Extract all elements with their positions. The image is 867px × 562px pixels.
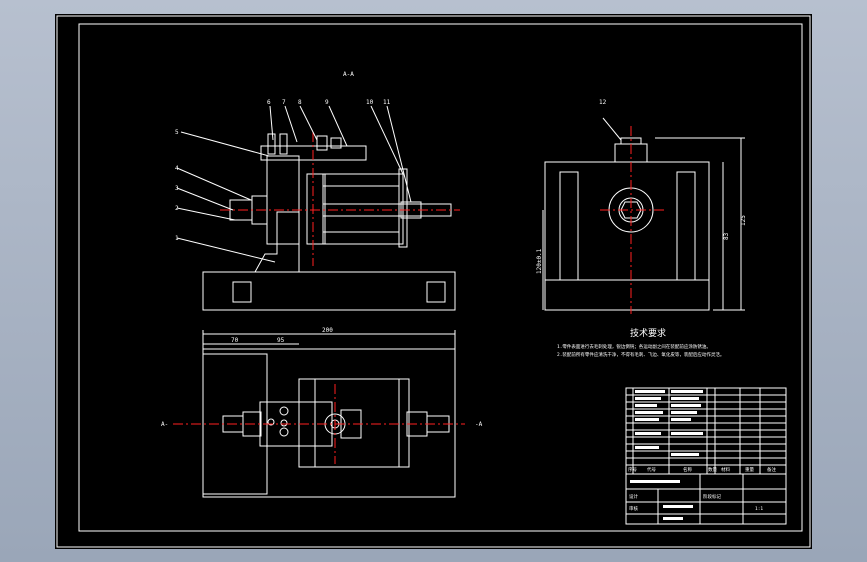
part-label-8: 8 xyxy=(298,99,302,106)
guide-cylinder xyxy=(322,173,404,245)
part-label-12: 12 xyxy=(599,99,607,106)
drawing-canvas: A-A 5 4 3 2 1 6 7 8 9 10 11 12 125 83 12… xyxy=(56,15,811,548)
part-label-3: 3 xyxy=(175,185,179,192)
part-label-5: 5 xyxy=(175,129,179,136)
tech-note-2: 2.装配前所有零件应清洗干净，不得有毛刺、飞边、氧化皮等，装配后应动作灵活。 xyxy=(557,351,724,358)
dim-side-inner: 83 xyxy=(723,232,730,240)
part-label-11: 11 xyxy=(383,99,391,106)
dim-top-left: 70 xyxy=(231,337,239,344)
view-marker-left: A- xyxy=(161,421,168,428)
scale-value: 1:1 xyxy=(755,506,763,512)
tech-title: 技术要求 xyxy=(630,327,666,339)
part-label-10: 10 xyxy=(366,99,374,106)
part-label-2: 2 xyxy=(175,205,179,212)
dim-top-overall: 200 xyxy=(322,327,333,334)
side-view[interactable] xyxy=(542,117,745,314)
base-plate xyxy=(202,271,456,311)
dim-side-height: 125 xyxy=(740,215,747,226)
drawing-sheet[interactable]: A-A 5 4 3 2 1 6 7 8 9 10 11 12 125 83 12… xyxy=(55,14,812,549)
parts-list[interactable]: 序号 代号 名称 数量 材料 重量 备注 xyxy=(625,387,787,475)
stage-label: 阶段标记 xyxy=(703,493,721,500)
dim-top-mid: 95 xyxy=(277,337,285,344)
part-label-1: 1 xyxy=(175,235,179,242)
top-base-outline xyxy=(202,348,456,498)
top-view[interactable] xyxy=(173,330,465,498)
front-section-view[interactable] xyxy=(176,105,460,311)
col-header-weight: 重量 xyxy=(745,466,754,473)
side-base xyxy=(544,279,710,311)
part-label-4: 4 xyxy=(175,165,179,172)
col-header-qty: 数量 xyxy=(708,466,717,473)
part-label-9: 9 xyxy=(325,99,329,106)
part-label-7: 7 xyxy=(282,99,286,106)
clamp-block xyxy=(266,155,300,245)
part-label-6: 6 xyxy=(267,99,271,106)
col-header-material: 材料 xyxy=(721,466,730,473)
cad-viewport[interactable]: A-A 5 4 3 2 1 6 7 8 9 10 11 12 125 83 12… xyxy=(0,0,867,562)
tech-note-1: 1.零件表面进行去毛刺处理，锐边倒钝；各运动副之间在装配前应涂防锈油。 xyxy=(557,343,711,350)
approve-label: 审核 xyxy=(629,505,638,512)
upright-body xyxy=(254,211,300,273)
col-header-remark: 备注 xyxy=(767,466,776,473)
col-header-name: 名称 xyxy=(683,466,692,473)
bearing-housing xyxy=(306,173,326,245)
col-header-code: 代号 xyxy=(647,466,656,473)
view-marker-right: -A xyxy=(475,421,483,428)
dim-side-center: 120±0.1 xyxy=(536,248,543,274)
side-body xyxy=(544,161,710,311)
section-label: A-A xyxy=(343,71,354,78)
title-block[interactable]: 设计 审核 阶段标记 1:1 xyxy=(625,473,787,525)
designer-label: 设计 xyxy=(629,493,638,500)
col-header-no: 序号 xyxy=(628,466,637,473)
